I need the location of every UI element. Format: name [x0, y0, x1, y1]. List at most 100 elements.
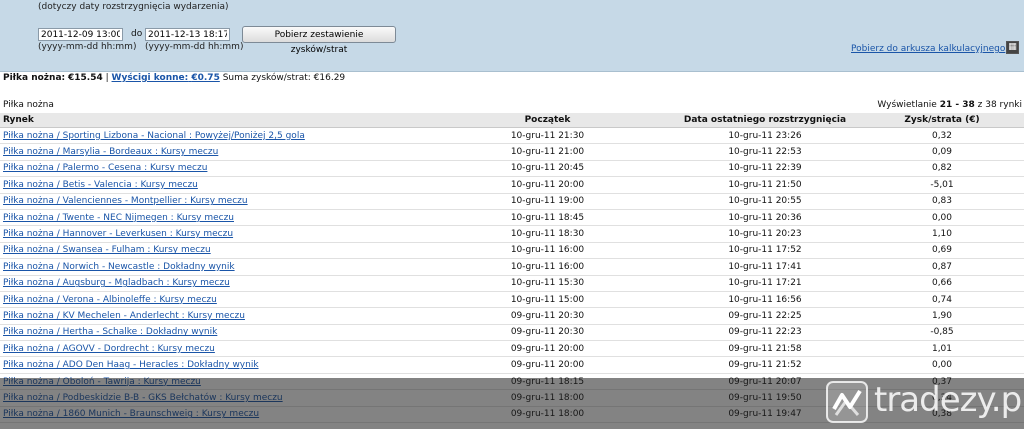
- table-row: Piłka nożna / KV Mechelen - Anderlecht :…: [0, 307, 1024, 325]
- date-from-input[interactable]: [38, 28, 123, 41]
- total-summary-label: Suma zysków/strat:: [222, 73, 311, 83]
- market-link[interactable]: Piłka nożna / AGOVV - Dordrecht : Kursy …: [3, 344, 215, 354]
- start-cell: 10-gru-11 19:00: [425, 193, 670, 210]
- column-header-start[interactable]: Początek: [425, 113, 670, 128]
- market-link[interactable]: Piłka nożna / Betis - Valencia : Kursy m…: [3, 180, 198, 190]
- profit-loss-cell: 0,69: [860, 242, 1024, 260]
- start-cell: 10-gru-11 21:30: [425, 127, 670, 145]
- paging-range: 21 - 38: [939, 100, 975, 110]
- market-cell: Piłka nożna / Oboloń - Tawrija : Kursy m…: [0, 373, 425, 391]
- settled-cell: 10-gru-11 20:55: [670, 193, 860, 210]
- market-link[interactable]: Piłka nożna / Norwich - Newcastle : Dokł…: [3, 262, 235, 272]
- settled-cell: 10-gru-11 20:23: [670, 225, 860, 243]
- settled-cell: 10-gru-11 17:52: [670, 242, 860, 260]
- market-link[interactable]: Piłka nożna / Swansea - Fulham : Kursy m…: [3, 245, 211, 255]
- table-row: Piłka nożna / Betis - Valencia : Kursy m…: [0, 176, 1024, 194]
- market-cell: Piłka nożna / Swansea - Fulham : Kursy m…: [0, 242, 425, 260]
- total-summary-value: €16.29: [313, 73, 346, 83]
- profit-summary: Piłka nożna: €15.54 | Wyścigi konne: €0.…: [3, 73, 345, 83]
- profit-loss-cell: 0,74: [860, 291, 1024, 309]
- profit-loss-cell: 1,10: [860, 225, 1024, 243]
- start-cell: 09-gru-11 20:30: [425, 324, 670, 342]
- date-note: (dotyczy daty rozstrzygnięcia wydarzenia…: [38, 2, 229, 12]
- market-cell: Piłka nożna / Hertha - Schalke : Dokładn…: [0, 324, 425, 342]
- market-cell: Piłka nożna / Norwich - Newcastle : Dokł…: [0, 258, 425, 276]
- table-row: Piłka nożna / Hannover - Leverkusen : Ku…: [0, 225, 1024, 243]
- settled-cell: 10-gru-11 17:21: [670, 275, 860, 292]
- spreadsheet-icon[interactable]: ▦: [1006, 41, 1019, 54]
- market-link[interactable]: Piłka nożna / Podbeskidzie B-B - GKS Beł…: [3, 393, 283, 403]
- table-row: Piłka nożna / Verona - Albinoleffe : Kur…: [0, 291, 1024, 309]
- horse-racing-summary-link[interactable]: Wyścigi konne: €0.75: [112, 73, 220, 83]
- start-cell: 10-gru-11 15:00: [425, 291, 670, 309]
- market-cell: Piłka nożna / Betis - Valencia : Kursy m…: [0, 176, 425, 194]
- football-summary-value: €15.54: [68, 73, 103, 83]
- fetch-report-button[interactable]: Pobierz zestawienie zysków/strat: [242, 26, 396, 55]
- market-link[interactable]: Piłka nożna / KV Mechelen - Anderlecht :…: [3, 311, 245, 321]
- market-cell: Piłka nożna / Verona - Albinoleffe : Kur…: [0, 291, 425, 309]
- settled-cell: 10-gru-11 16:56: [670, 291, 860, 309]
- table-row: Piłka nożna / Marsylia - Bordeaux : Kurs…: [0, 143, 1024, 161]
- start-cell: 10-gru-11 15:30: [425, 275, 670, 292]
- market-cell: Piłka nożna / Hannover - Leverkusen : Ku…: [0, 225, 425, 243]
- market-cell: Piłka nożna / Marsylia - Bordeaux : Kurs…: [0, 143, 425, 161]
- settled-cell: 10-gru-11 20:36: [670, 209, 860, 227]
- market-cell: Piłka nożna / ADO Den Haag - Heracles : …: [0, 356, 425, 374]
- market-cell: Piłka nożna / KV Mechelen - Anderlecht :…: [0, 307, 425, 325]
- date-to-input[interactable]: [145, 28, 230, 41]
- market-link[interactable]: Piłka nożna / Marsylia - Bordeaux : Kurs…: [3, 147, 218, 157]
- market-link[interactable]: Piłka nożna / Twente - NEC Nijmegen : Ku…: [3, 213, 234, 223]
- market-link[interactable]: Piłka nożna / Oboloń - Tawrija : Kursy m…: [3, 377, 201, 387]
- market-link[interactable]: Piłka nożna / 1860 Munich - Braunschweig…: [3, 409, 259, 419]
- column-header-profit-loss[interactable]: Zysk/strata (€): [860, 113, 1024, 128]
- profit-loss-cell: 1,01: [860, 340, 1024, 358]
- table-header-row: Rynek Początek Data ostatniego rozstrzyg…: [0, 113, 1024, 128]
- section-title: Piłka nożna: [3, 100, 54, 110]
- table-row: Piłka nożna / AGOVV - Dordrecht : Kursy …: [0, 340, 1024, 358]
- market-link[interactable]: Piłka nożna / Valenciennes - Montpellier…: [3, 196, 248, 206]
- table-row: Piłka nożna / Palermo - Cesena : Kursy m…: [0, 160, 1024, 178]
- date-filter-panel: (dotyczy daty rozstrzygnięcia wydarzenia…: [0, 0, 1024, 72]
- settled-cell: 10-gru-11 21:50: [670, 176, 860, 194]
- settled-cell: 10-gru-11 17:41: [670, 258, 860, 276]
- watermark-text: tradezy.pl: [874, 380, 1024, 420]
- table-row: Piłka nożna / Valenciennes - Montpellier…: [0, 193, 1024, 210]
- start-cell: 09-gru-11 20:00: [425, 356, 670, 374]
- market-link[interactable]: Piłka nożna / Hertha - Schalke : Dokładn…: [3, 327, 217, 337]
- column-header-market[interactable]: Rynek: [0, 113, 425, 128]
- settled-cell: 10-gru-11 22:39: [670, 160, 860, 178]
- date-to-label: do: [131, 29, 143, 39]
- profit-loss-cell: 0,00: [860, 356, 1024, 374]
- market-link[interactable]: Piłka nożna / Augsburg - Mgladbach : Kur…: [3, 278, 230, 288]
- profit-loss-cell: 0,82: [860, 160, 1024, 178]
- start-cell: 09-gru-11 20:00: [425, 340, 670, 358]
- market-link[interactable]: Piłka nożna / Palermo - Cesena : Kursy m…: [3, 163, 207, 173]
- table-row: Piłka nożna / Oboloń - Tawrija : Kursy m…: [0, 373, 1024, 391]
- start-cell: 10-gru-11 16:00: [425, 242, 670, 260]
- tradezy-logo-icon: [826, 381, 868, 423]
- profit-loss-cell: 0,32: [860, 127, 1024, 145]
- summary-separator: |: [105, 73, 109, 83]
- market-cell: Piłka nożna / Palermo - Cesena : Kursy m…: [0, 160, 425, 178]
- table-row: Piłka nożna / Hertha - Schalke : Dokładn…: [0, 324, 1024, 342]
- settled-cell: 09-gru-11 21:52: [670, 356, 860, 374]
- column-header-settled[interactable]: Data ostatniego rozstrzygnięcia: [670, 113, 860, 128]
- horse-racing-summary-label: Wyścigi konne:: [111, 73, 189, 83]
- profit-loss-cell: 1,90: [860, 307, 1024, 325]
- download-spreadsheet-link[interactable]: Pobierz do arkusza kalkulacyjnego: [851, 44, 1005, 54]
- profit-loss-cell: 0,09: [860, 143, 1024, 161]
- start-cell: 10-gru-11 18:30: [425, 225, 670, 243]
- market-cell: Piłka nożna / Podbeskidzie B-B - GKS Beł…: [0, 389, 425, 407]
- table-row: Piłka nożna / Podbeskidzie B-B - GKS Beł…: [0, 389, 1024, 407]
- market-link[interactable]: Piłka nożna / ADO Den Haag - Heracles : …: [3, 360, 259, 370]
- settled-cell: 09-gru-11 22:23: [670, 324, 860, 342]
- market-link[interactable]: Piłka nożna / Verona - Albinoleffe : Kur…: [3, 295, 217, 305]
- table-row: Piłka nożna / Twente - NEC Nijmegen : Ku…: [0, 209, 1024, 227]
- start-cell: 10-gru-11 20:00: [425, 176, 670, 194]
- market-link[interactable]: Piłka nożna / Hannover - Leverkusen : Ku…: [3, 229, 233, 239]
- date-from-format-hint: (yyyy-mm-dd hh:mm): [38, 42, 137, 52]
- market-link[interactable]: Piłka nożna / Sporting Lizbona - Naciona…: [3, 131, 305, 141]
- settled-cell: 10-gru-11 23:26: [670, 127, 860, 145]
- table-row: Piłka nożna / ADO Den Haag - Heracles : …: [0, 356, 1024, 374]
- settled-cell: 09-gru-11 22:25: [670, 307, 860, 325]
